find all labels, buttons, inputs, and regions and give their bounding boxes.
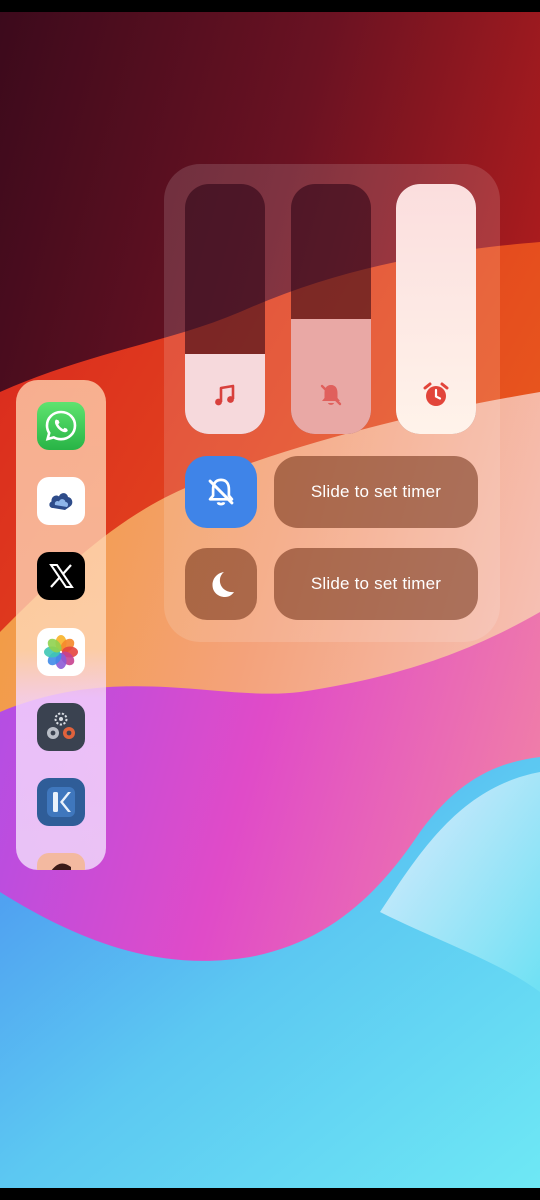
moon-icon: [212, 572, 234, 597]
gears-icon[interactable]: [37, 703, 85, 751]
photos-icon[interactable]: [37, 628, 85, 676]
sound-mode-button[interactable]: [185, 456, 257, 528]
alarm-volume-slider[interactable]: [396, 184, 476, 434]
status-bar: [0, 0, 540, 12]
bell-off-icon: [208, 478, 234, 506]
alarm-clock-icon: [396, 378, 476, 412]
whatsapp-icon[interactable]: [37, 402, 85, 450]
music-note-icon: [185, 378, 265, 412]
dnd-timer-slider[interactable]: Slide to set timer: [274, 548, 478, 620]
screen: Slide to set timer Slide to set timer: [0, 0, 540, 1200]
bell-off-icon: [291, 378, 371, 412]
kwgt-icon[interactable]: [37, 778, 85, 826]
navigation-bar: [0, 1188, 540, 1200]
timer-label: Slide to set timer: [310, 482, 442, 501]
side-app-bar: [16, 380, 106, 870]
volume-panel: Slide to set timer Slide to set timer: [164, 164, 500, 642]
ring-volume-fill: [291, 319, 371, 434]
cloud-app-icon[interactable]: [37, 477, 85, 525]
do-not-disturb-button[interactable]: [185, 548, 257, 620]
timer-label: Slide to set timer: [310, 574, 442, 593]
sound-timer-slider[interactable]: Slide to set timer: [274, 456, 478, 528]
media-volume-slider[interactable]: [185, 184, 265, 434]
ring-volume-slider[interactable]: [291, 184, 371, 434]
partial-app-icon[interactable]: [37, 853, 85, 870]
x-icon[interactable]: [37, 552, 85, 600]
